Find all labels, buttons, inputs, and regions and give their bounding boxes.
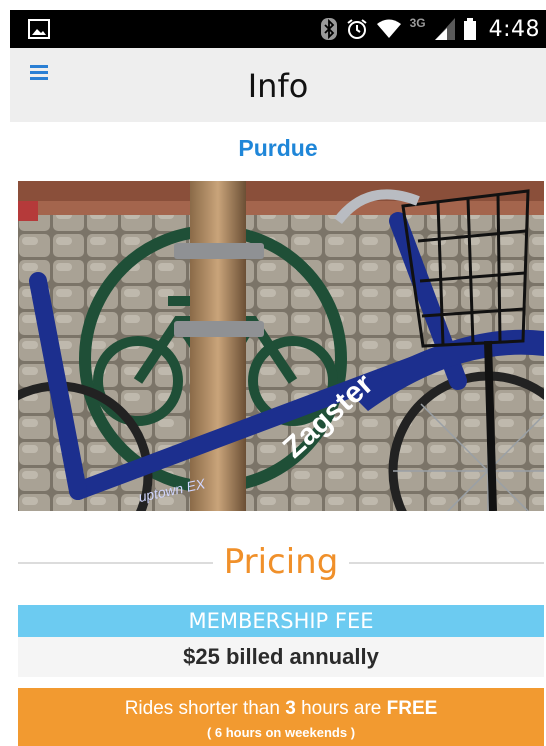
- image-icon: [28, 19, 50, 39]
- page-title: Info: [247, 67, 309, 105]
- alarm-icon: [346, 18, 368, 40]
- bluetooth-icon: [320, 18, 337, 40]
- rides-free: FREE: [386, 698, 438, 719]
- rides-prefix: Rides shorter than: [124, 698, 286, 719]
- status-icons: 3G 4:48: [320, 10, 540, 48]
- free-rides-text: Rides shorter than 3 hours are FREE: [18, 698, 544, 720]
- app-bar: Info: [10, 48, 546, 122]
- bike-hero-image: Zagster uptown EX: [18, 181, 544, 511]
- rides-middle: hours are: [295, 698, 387, 719]
- wifi-icon: [376, 19, 401, 39]
- status-time: 4:48: [488, 16, 540, 42]
- pricing-title: Pricing: [223, 542, 339, 582]
- rides-hours: 3: [285, 698, 296, 719]
- battery-icon: [463, 18, 476, 40]
- network-type-label: 3G: [409, 16, 426, 30]
- membership-fee-value: $25 billed annually: [18, 637, 544, 677]
- pricing-header: Pricing: [18, 534, 544, 590]
- location-name: Purdue: [238, 135, 318, 161]
- membership-fee-label: MEMBERSHIP FEE: [18, 605, 544, 637]
- app-frame: 3G 4:48 Info Purdue Zagster uptown EX Pr…: [0, 0, 546, 746]
- status-bar: 3G 4:48: [10, 10, 546, 48]
- signal-icon: [434, 18, 455, 40]
- info-content: Purdue Zagster uptown EX Pricing MEMBERS…: [10, 122, 546, 746]
- weekend-note: ( 6 hours on weekends ): [206, 725, 356, 740]
- free-rides-banner: Rides shorter than 3 hours are FREE ( 6 …: [18, 688, 544, 746]
